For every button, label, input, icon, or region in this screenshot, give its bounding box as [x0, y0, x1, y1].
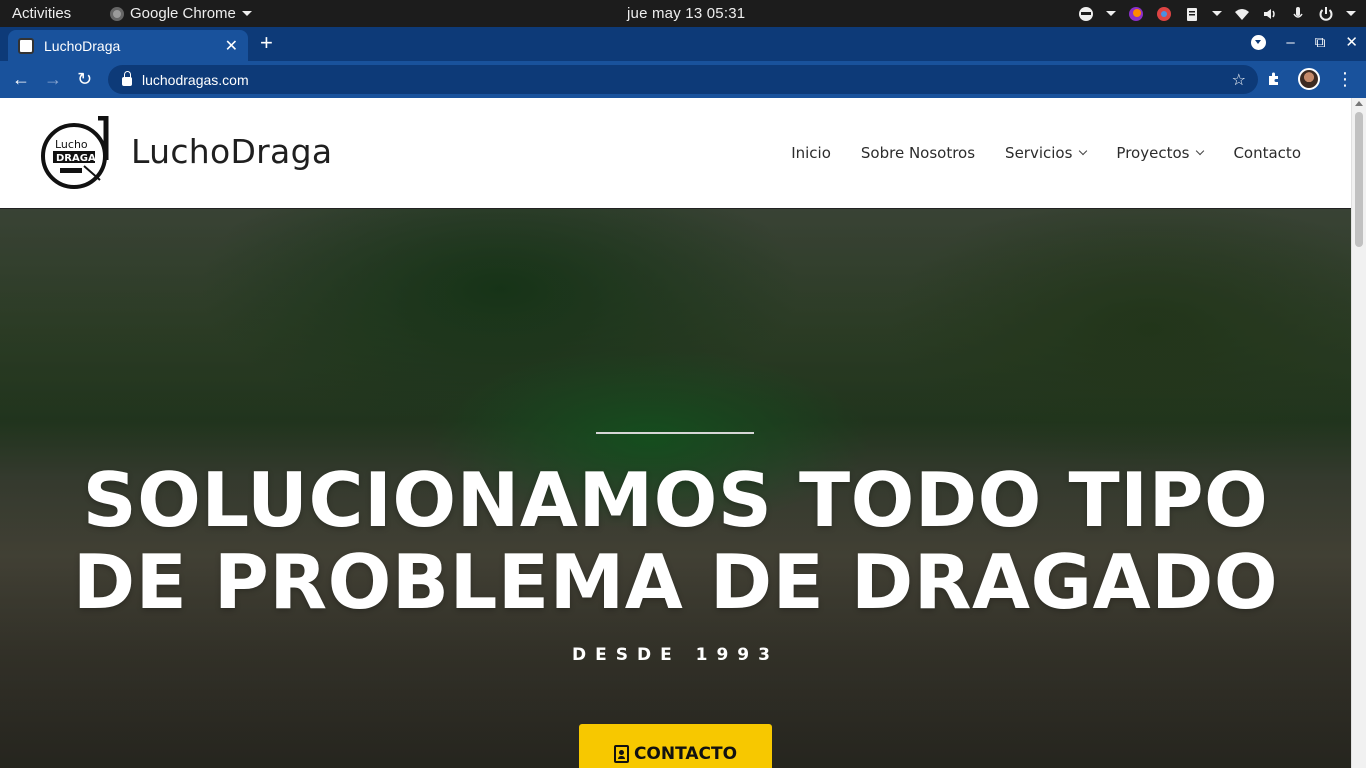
system-top-bar: Activities Google Chrome jue may 13 05:3…: [0, 0, 1366, 27]
hero-title-line2: DE PROBLEMA DE DRAGADO: [72, 538, 1279, 626]
app-menu-label: Google Chrome: [130, 5, 236, 22]
address-bar[interactable]: luchodragas.com ☆: [108, 65, 1258, 94]
chevron-down-icon: [241, 11, 252, 16]
volume-icon[interactable]: [1262, 6, 1278, 22]
profile-avatar[interactable]: [1298, 68, 1320, 90]
chevron-down-icon[interactable]: [1346, 11, 1356, 16]
site-logo[interactable]: Lucho DRAGA: [40, 116, 110, 190]
hero-divider: [596, 432, 754, 434]
minimize-icon[interactable]: –: [1286, 34, 1294, 51]
nav-label: Servicios: [1005, 144, 1073, 162]
browser-tab[interactable]: LuchoDraga ✕: [8, 30, 248, 61]
nav-sobre-nosotros[interactable]: Sobre Nosotros: [861, 144, 975, 162]
reload-icon[interactable]: ↻: [77, 68, 92, 90]
favicon-icon: [18, 37, 34, 54]
nav-inicio[interactable]: Inicio: [791, 144, 831, 162]
close-window-icon[interactable]: ✕: [1345, 33, 1358, 51]
page-viewport: Lucho DRAGA LuchoDraga Inicio Sobre Noso…: [0, 98, 1366, 768]
logo-text-top: Lucho: [55, 138, 88, 151]
chevron-down-icon[interactable]: [1212, 11, 1222, 16]
logo-text-bottom: DRAGA: [56, 153, 96, 164]
window-controls: – ⧉ ✕: [1251, 33, 1358, 51]
app-menu[interactable]: Google Chrome: [110, 5, 252, 22]
tab-strip: LuchoDraga ✕: [0, 27, 1366, 61]
nav-label: Sobre Nosotros: [860, 144, 976, 162]
nav-label: Inicio: [791, 144, 831, 162]
tab-search-icon[interactable]: [1251, 34, 1267, 50]
contact-button[interactable]: CONTACTO: [579, 724, 772, 768]
browser-toolbar: ← → ↻ luchodragas.com ☆ ⋮: [0, 61, 1366, 98]
url-text[interactable]: luchodragas.com: [142, 72, 249, 88]
chevron-down-icon: [1196, 146, 1205, 156]
wifi-icon[interactable]: [1234, 6, 1250, 22]
hero-section: SOLUCIONAMOS TODO TIPO DE PROBLEMA DE DR…: [0, 209, 1351, 768]
nav-label: Contacto: [1233, 144, 1301, 162]
extensions-puzzle-icon[interactable]: [1266, 71, 1282, 87]
main-nav: Inicio Sobre Nosotros Servicios Proyecto…: [791, 144, 1301, 162]
hero-subtitle: DESDE 1993: [572, 645, 779, 665]
nav-servicios[interactable]: Servicios: [1005, 144, 1088, 162]
accessibility-icon[interactable]: [1078, 6, 1094, 22]
lock-icon[interactable]: [122, 71, 132, 86]
tab-title: LuchoDraga: [44, 37, 121, 54]
site-brand[interactable]: LuchoDraga: [131, 132, 332, 171]
scroll-up-icon[interactable]: [1355, 101, 1363, 106]
scrollbar-thumb[interactable]: [1355, 112, 1363, 247]
microphone-icon[interactable]: [1290, 6, 1306, 22]
chrome-notification-icon[interactable]: [1156, 6, 1172, 22]
clipboard-icon[interactable]: [1184, 6, 1200, 22]
restore-icon[interactable]: ⧉: [1315, 34, 1326, 51]
back-arrow-icon[interactable]: ←: [12, 68, 30, 90]
forward-arrow-icon[interactable]: →: [44, 68, 62, 90]
bookmark-star-icon[interactable]: ☆: [1232, 70, 1246, 90]
power-icon[interactable]: [1318, 6, 1334, 22]
site-header: Lucho DRAGA LuchoDraga Inicio Sobre Noso…: [0, 98, 1351, 209]
new-tab-button[interactable]: +: [260, 32, 273, 54]
page-scrollbar[interactable]: [1351, 98, 1366, 768]
contact-button-label: CONTACTO: [633, 743, 738, 764]
chrome-icon: [110, 6, 124, 21]
chrome-menu-icon[interactable]: ⋮: [1336, 70, 1354, 88]
hero-title-line1: SOLUCIONAMOS TODO TIPO: [82, 456, 1269, 544]
contact-card-icon: [613, 744, 629, 763]
close-tab-icon[interactable]: ✕: [225, 36, 238, 56]
clock[interactable]: jue may 13 05:31: [627, 5, 745, 22]
nav-contacto[interactable]: Contacto: [1233, 144, 1301, 162]
firefox-icon[interactable]: [1128, 6, 1144, 22]
toolbar-actions: ⋮: [1266, 68, 1354, 90]
hero-title: SOLUCIONAMOS TODO TIPO DE PROBLEMA DE DR…: [0, 459, 1351, 623]
nav-proyectos[interactable]: Proyectos: [1116, 144, 1205, 162]
nav-label: Proyectos: [1116, 144, 1190, 162]
activities-button[interactable]: Activities: [12, 5, 71, 22]
chevron-down-icon: [1079, 146, 1088, 156]
chevron-down-icon[interactable]: [1106, 11, 1116, 16]
system-tray[interactable]: [1078, 3, 1356, 24]
